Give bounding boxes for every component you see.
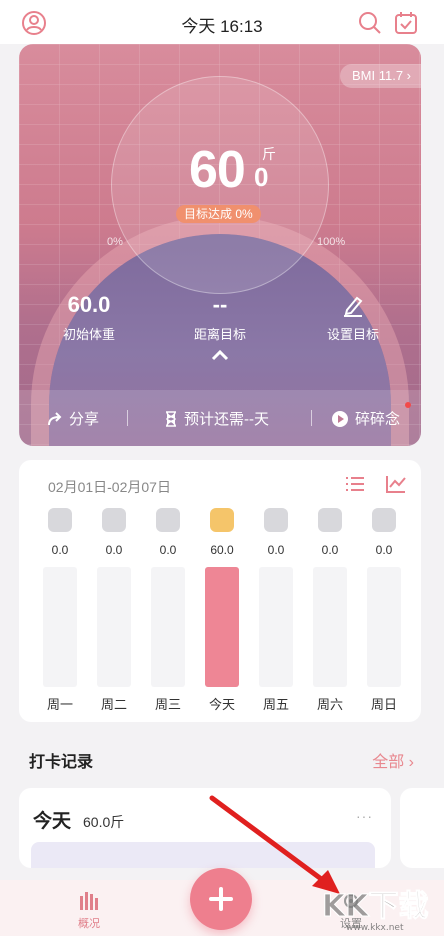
list-view-icon[interactable] [344, 474, 366, 494]
day-weight-value: 0.0 [375, 543, 393, 557]
line-chart-icon[interactable] [385, 474, 407, 494]
day-bar-fill [205, 567, 239, 687]
day-weight-value: 0.0 [51, 543, 69, 557]
initial-weight-value: 60.0 [67, 292, 111, 317]
record-detail-strip [31, 842, 375, 868]
set-goal-label: 设置目标 [326, 327, 379, 342]
notes-button[interactable]: 碎碎念 [331, 408, 400, 429]
weight-unit: 斤 [262, 146, 276, 162]
day-bar[interactable] [151, 567, 185, 687]
hero-action-bar: 分享 预计还需--天 碎碎念 [19, 390, 421, 446]
search-icon[interactable] [357, 10, 383, 36]
day-label: 周日 [370, 697, 397, 712]
current-weight-decimal: 0 [254, 162, 269, 192]
mood-face-icon [102, 508, 126, 532]
mood-face-icon [210, 508, 234, 532]
top-bar: 今天 16:13 [0, 0, 444, 44]
day-label: 周一 [46, 697, 73, 712]
current-weight-integer: 60 [189, 141, 246, 199]
notification-dot [405, 402, 411, 408]
mood-face-icon [156, 508, 180, 532]
watermark-logo: KK下载 www.kkx.net [322, 889, 430, 933]
forecast-label: 预计还需--天 [184, 411, 269, 428]
weekly-weight-card: 02月01日-02月07日 0.0 周一 0.0 周二 0.0 周三 60.0 今天 0.0 周五… [19, 460, 421, 722]
record-day: 今天 [33, 811, 72, 832]
day-label: 今天 [208, 697, 235, 712]
day-bar[interactable] [97, 567, 131, 687]
day-bar[interactable] [43, 567, 77, 687]
week-range[interactable]: 02月01日-02月07日 [48, 477, 171, 497]
day-bar[interactable] [205, 567, 239, 687]
day-label: 周三 [154, 697, 181, 712]
mood-face-icon [264, 508, 288, 532]
nav-overview[interactable]: 概况 [64, 890, 114, 931]
play-circle-icon [332, 410, 348, 427]
day-label: 周五 [262, 697, 289, 712]
distance-to-goal-label: 距离目标 [193, 327, 246, 342]
share-icon [48, 411, 62, 425]
day-bar[interactable] [367, 567, 401, 687]
divider [127, 410, 128, 426]
bar-chart-icon [80, 892, 98, 910]
day-bar[interactable] [259, 567, 293, 687]
mood-face-icon [48, 508, 72, 532]
goal-progress-badge: 目标达成 0% [176, 205, 261, 223]
svg-text:www.kkx.net: www.kkx.net [346, 923, 404, 932]
chevron-up-icon[interactable] [209, 347, 231, 363]
day-weight-value: 0.0 [267, 543, 285, 557]
day-weight-value: 0.0 [321, 543, 339, 557]
pencil-icon [344, 296, 363, 317]
share-button[interactable]: 分享 [47, 408, 99, 429]
initial-weight-label: 初始体重 [62, 327, 115, 342]
divider [311, 410, 312, 426]
set-goal-button[interactable]: 设置目标 [293, 292, 413, 343]
record-card-next[interactable] [400, 788, 444, 868]
mood-face-icon [372, 508, 396, 532]
day-weight-value: 0.0 [159, 543, 177, 557]
notes-label: 碎碎念 [355, 411, 401, 428]
initial-weight-stat[interactable]: 60.0 初始体重 [29, 292, 149, 343]
forecast-info[interactable]: 预计还需--天 [164, 408, 269, 429]
day-weight-value: 60.0 [210, 543, 234, 557]
bmi-badge[interactable]: BMI 11.7 › [339, 64, 421, 88]
distance-to-goal-value: -- [212, 292, 228, 317]
weight-hero-card: BMI 11.7 › 60 斤 0 目标达成 0% 0% 100% 60.0 初… [19, 44, 421, 446]
record-card[interactable]: 今天 60.0斤 ··· [19, 788, 391, 868]
day-label: 周二 [100, 697, 127, 712]
calendar-check-icon[interactable] [393, 10, 419, 36]
nav-overview-label: 概况 [78, 918, 100, 930]
record-weight: 60.0斤 [83, 814, 125, 830]
progress-max-label: 100% [317, 236, 346, 248]
svg-text:KK下载: KK下载 [322, 889, 429, 924]
records-title: 打卡记录 [29, 754, 94, 771]
more-options-icon[interactable]: ··· [356, 808, 373, 824]
mood-face-icon [318, 508, 342, 532]
hourglass-icon [166, 410, 176, 427]
distance-to-goal-stat: -- 距离目标 [160, 292, 280, 343]
share-label: 分享 [69, 411, 100, 428]
add-record-button[interactable] [190, 868, 252, 930]
progress-min-label: 0% [107, 236, 123, 248]
day-weight-value: 0.0 [105, 543, 123, 557]
day-bar[interactable] [313, 567, 347, 687]
day-label: 周六 [316, 697, 343, 712]
records-all-link[interactable]: 全部 › [372, 748, 414, 772]
